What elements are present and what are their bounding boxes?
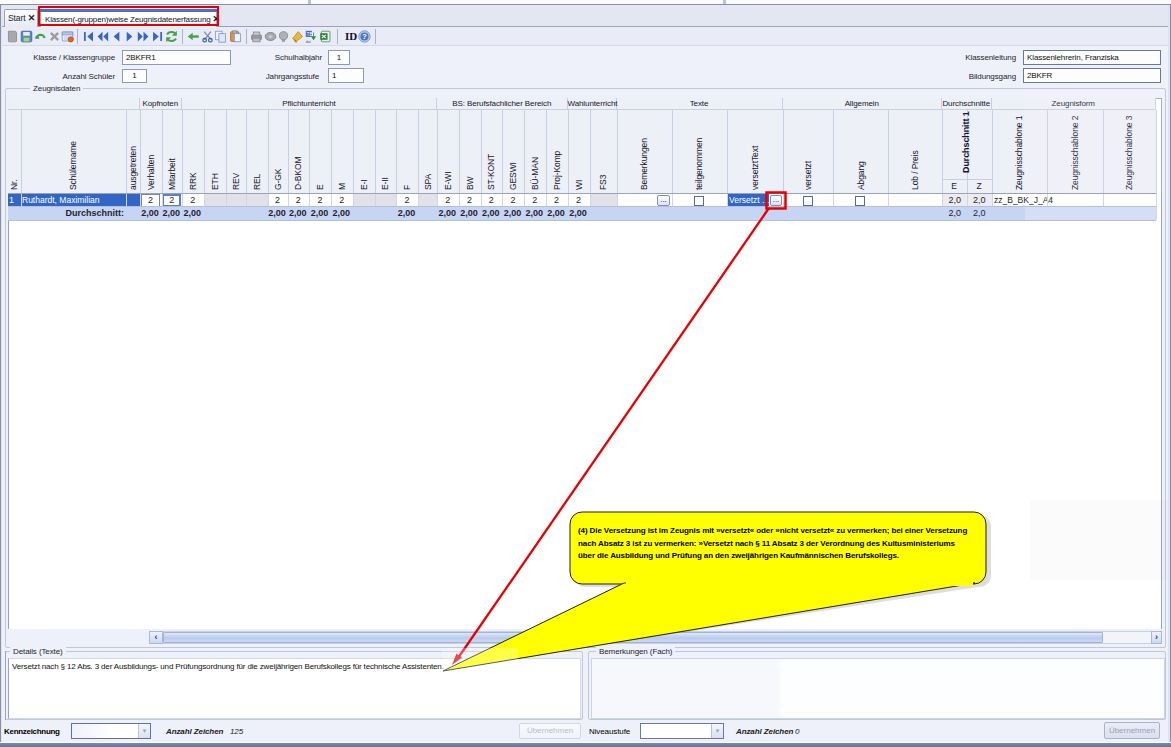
svg-text:?: ?	[362, 32, 367, 41]
svg-text:dat: dat	[306, 40, 311, 43]
